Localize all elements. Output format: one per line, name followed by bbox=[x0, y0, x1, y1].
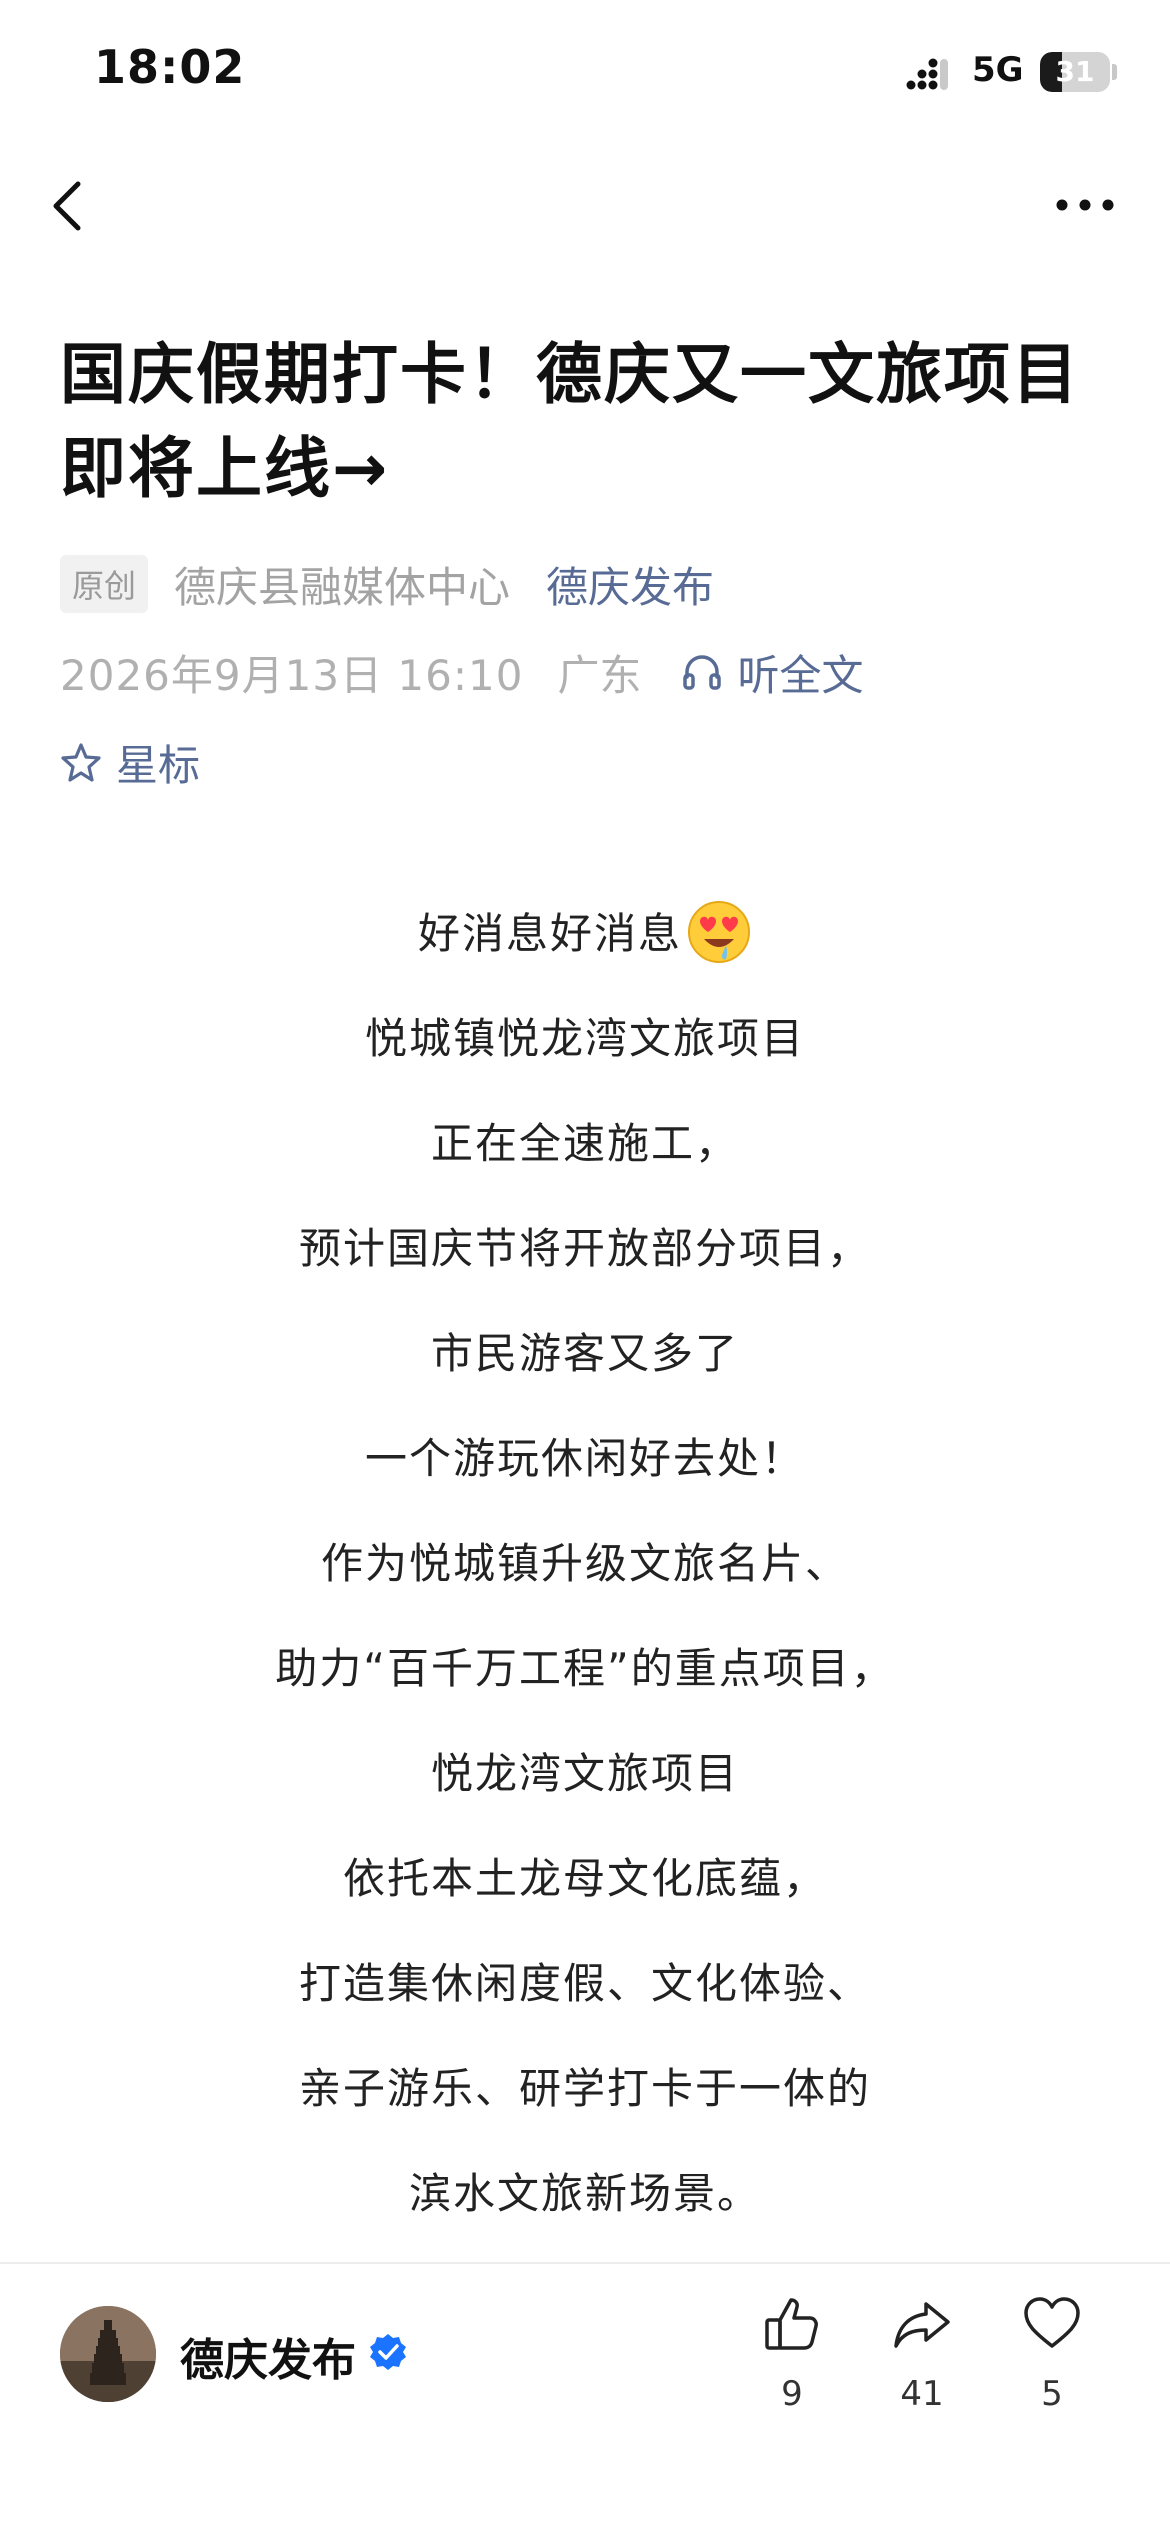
signal-strength-icon bbox=[906, 58, 948, 90]
back-button[interactable] bbox=[40, 170, 100, 240]
battery-icon: 31 bbox=[1040, 52, 1110, 92]
meta-star-row: 星标 bbox=[60, 732, 200, 792]
share-button[interactable]: 41 bbox=[872, 2294, 972, 2414]
network-type: 5G bbox=[972, 50, 1024, 90]
bottom-action-bar: 德庆发布 9 41 5 bbox=[0, 2262, 1170, 2534]
body-line: 一个游玩休闲好去处！ bbox=[364, 1434, 805, 1483]
heart-eyes-emoji-icon bbox=[688, 900, 750, 963]
body-line: 作为悦城镇升级文旅名片、 bbox=[320, 1539, 849, 1588]
star-label: 星标 bbox=[116, 740, 201, 790]
meta-time-row: 2026年9月13日 16:10 广东 听全文 bbox=[60, 642, 863, 702]
body-line: 滨水文旅新场景。 bbox=[408, 2169, 761, 2218]
favorite-button[interactable]: 5 bbox=[1002, 2294, 1102, 2414]
star-button[interactable]: 星标 bbox=[60, 732, 200, 793]
body-text: 好消息好消息 bbox=[417, 909, 682, 958]
body-line: 打造集休闲度假、文化体验、 bbox=[298, 1959, 871, 2008]
body-line: 好消息好消息 bbox=[0, 896, 1170, 1001]
more-options-button[interactable] bbox=[1050, 180, 1120, 230]
listen-button[interactable]: 听全文 bbox=[681, 642, 863, 703]
pagoda-avatar-icon bbox=[60, 2306, 156, 2402]
star-icon bbox=[61, 743, 101, 782]
status-time: 18:02 bbox=[94, 40, 246, 94]
heart-icon bbox=[1024, 2297, 1080, 2348]
body-line: 亲子游乐、研学打卡于一体的 bbox=[298, 2064, 871, 2113]
original-badge: 原创 bbox=[60, 555, 149, 613]
share-arrow-icon bbox=[894, 2302, 950, 2348]
account-name[interactable]: 德庆发布 bbox=[180, 2324, 356, 2388]
battery-level: 31 bbox=[1055, 55, 1095, 88]
account-link[interactable]: 德庆发布 bbox=[546, 554, 714, 615]
body-line: 助力“百千万工程”的重点项目， bbox=[275, 1644, 895, 1693]
article-body: 好消息好消息 悦城镇悦龙湾文旅项目 正在全速施工， 预计国庆节将开放部分项目， … bbox=[0, 896, 1170, 2261]
meta-source-row: 原创 德庆县融媒体中心 德庆发布 bbox=[60, 554, 714, 614]
article-title: 国庆假期打卡！德庆又一文旅项目即将上线→ bbox=[60, 336, 1080, 507]
body-line: 正在全速施工， bbox=[430, 1119, 739, 1168]
favorite-count: 5 bbox=[1041, 2374, 1063, 2414]
source-name: 德庆县融媒体中心 bbox=[174, 562, 511, 612]
location: 广东 bbox=[557, 650, 642, 700]
body-line: 依托本土龙母文化底蕴， bbox=[342, 1854, 827, 1903]
battery-cap bbox=[1112, 64, 1117, 80]
like-button[interactable]: 9 bbox=[742, 2294, 842, 2414]
body-line: 悦龙湾文旅项目 bbox=[430, 1749, 739, 1798]
body-line: 市民游客又多了 bbox=[430, 1329, 739, 1378]
listen-label: 听全文 bbox=[737, 650, 864, 700]
share-count: 41 bbox=[900, 2374, 944, 2414]
verified-badge-icon bbox=[370, 2334, 406, 2370]
avatar[interactable] bbox=[60, 2306, 156, 2402]
more-dots-icon bbox=[1056, 199, 1114, 211]
chevron-left-icon bbox=[53, 181, 81, 231]
body-line: 预计国庆节将开放部分项目， bbox=[298, 1224, 871, 1273]
like-count: 9 bbox=[781, 2374, 803, 2414]
headphones-icon bbox=[683, 655, 722, 690]
publish-time: 2026年9月13日 16:10 bbox=[60, 650, 524, 700]
status-bar: 18:02 5G 31 bbox=[0, 0, 1170, 150]
body-line: 悦城镇悦龙湾文旅项目 bbox=[364, 1014, 805, 1063]
thumbs-up-icon bbox=[765, 2298, 818, 2350]
